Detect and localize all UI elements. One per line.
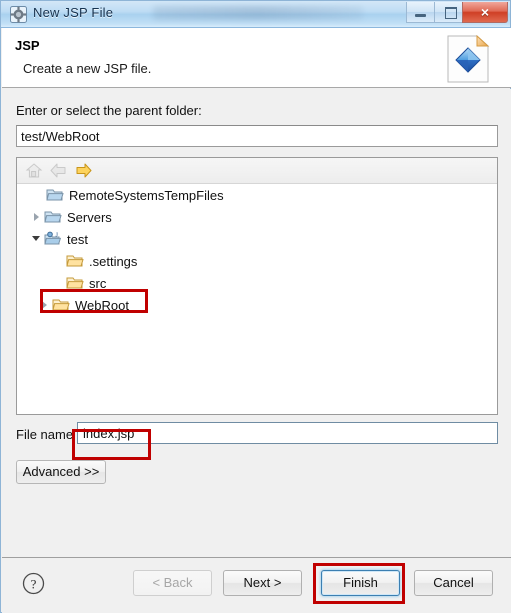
tree-toolbar <box>17 158 497 184</box>
twisty-none <box>33 184 46 206</box>
window-title: New JSP File <box>33 5 114 20</box>
minimize-icon <box>415 14 426 17</box>
blue-folder-icon <box>44 209 62 225</box>
dialog-footer: ? < Back Next > Finish Cancel <box>2 557 511 613</box>
wizard-header: JSP Create a new JSP file. <box>2 28 511 88</box>
app-icon <box>10 6 27 23</box>
tree-item-label: test <box>67 231 88 247</box>
java-project-icon: J <box>44 231 62 247</box>
close-button[interactable]: × <box>462 2 508 23</box>
minimize-button[interactable] <box>406 2 435 23</box>
chevron-right-icon[interactable] <box>39 294 52 316</box>
tree-item-label: RemoteSystemsTempFiles <box>69 187 224 203</box>
maximize-icon <box>445 7 457 19</box>
maximize-button[interactable] <box>434 2 463 23</box>
advanced-button[interactable]: Advanced >> <box>16 460 106 484</box>
tree-item-label: Servers <box>67 209 112 225</box>
file-name-label: File name <box>16 427 74 442</box>
tree-item-src[interactable]: src <box>17 272 497 294</box>
tree-item-label: src <box>89 275 107 291</box>
yellow-folder-icon <box>66 275 84 291</box>
next-button[interactable]: Next > <box>223 570 302 596</box>
forward-arrow-icon[interactable] <box>75 162 93 179</box>
help-icon[interactable]: ? <box>22 572 45 595</box>
jsp-wizard-icon <box>445 34 493 84</box>
close-icon: × <box>480 4 490 20</box>
twisty-none <box>53 272 66 294</box>
tree-item-webroot[interactable]: WebRoot <box>17 294 497 316</box>
back-button[interactable]: < Back <box>133 570 212 596</box>
folder-tree-panel[interactable]: RemoteSystemsTempFiles Servers J test .s… <box>16 157 498 415</box>
yellow-folder-icon <box>66 253 84 269</box>
yellow-folder-icon <box>52 297 70 313</box>
svg-text:?: ? <box>31 577 37 592</box>
title-bar[interactable]: New JSP File × <box>1 1 510 28</box>
home-icon[interactable] <box>25 162 43 179</box>
tree-item-label: WebRoot <box>75 297 129 313</box>
tree-item-test[interactable]: J test <box>17 228 497 250</box>
window-controls: × <box>406 2 508 24</box>
chevron-right-icon[interactable] <box>31 206 44 228</box>
tree-item-settings[interactable]: .settings <box>17 250 497 272</box>
back-arrow-icon[interactable] <box>49 162 67 179</box>
new-jsp-file-dialog: New JSP File × JSP Create a new JSP file… <box>0 0 511 613</box>
blue-folder-icon <box>46 187 64 203</box>
page-title: JSP <box>15 38 40 53</box>
tree-item-servers[interactable]: Servers <box>17 206 497 228</box>
page-subtitle: Create a new JSP file. <box>23 61 152 76</box>
dialog-body: Enter or select the parent folder: test/… <box>2 89 511 557</box>
finish-button[interactable]: Finish <box>321 570 400 596</box>
chevron-down-icon[interactable] <box>31 228 44 250</box>
tree-item-remotesystemstempfiles[interactable]: RemoteSystemsTempFiles <box>17 184 497 206</box>
tree-item-label: .settings <box>89 253 138 269</box>
parent-folder-label: Enter or select the parent folder: <box>16 103 202 118</box>
folder-tree[interactable]: RemoteSystemsTempFiles Servers J test .s… <box>17 184 497 414</box>
file-name-input[interactable] <box>77 422 498 444</box>
parent-folder-input[interactable] <box>16 125 498 147</box>
cancel-button[interactable]: Cancel <box>414 570 493 596</box>
background-window-ghost-text <box>153 6 363 20</box>
twisty-none <box>53 250 66 272</box>
